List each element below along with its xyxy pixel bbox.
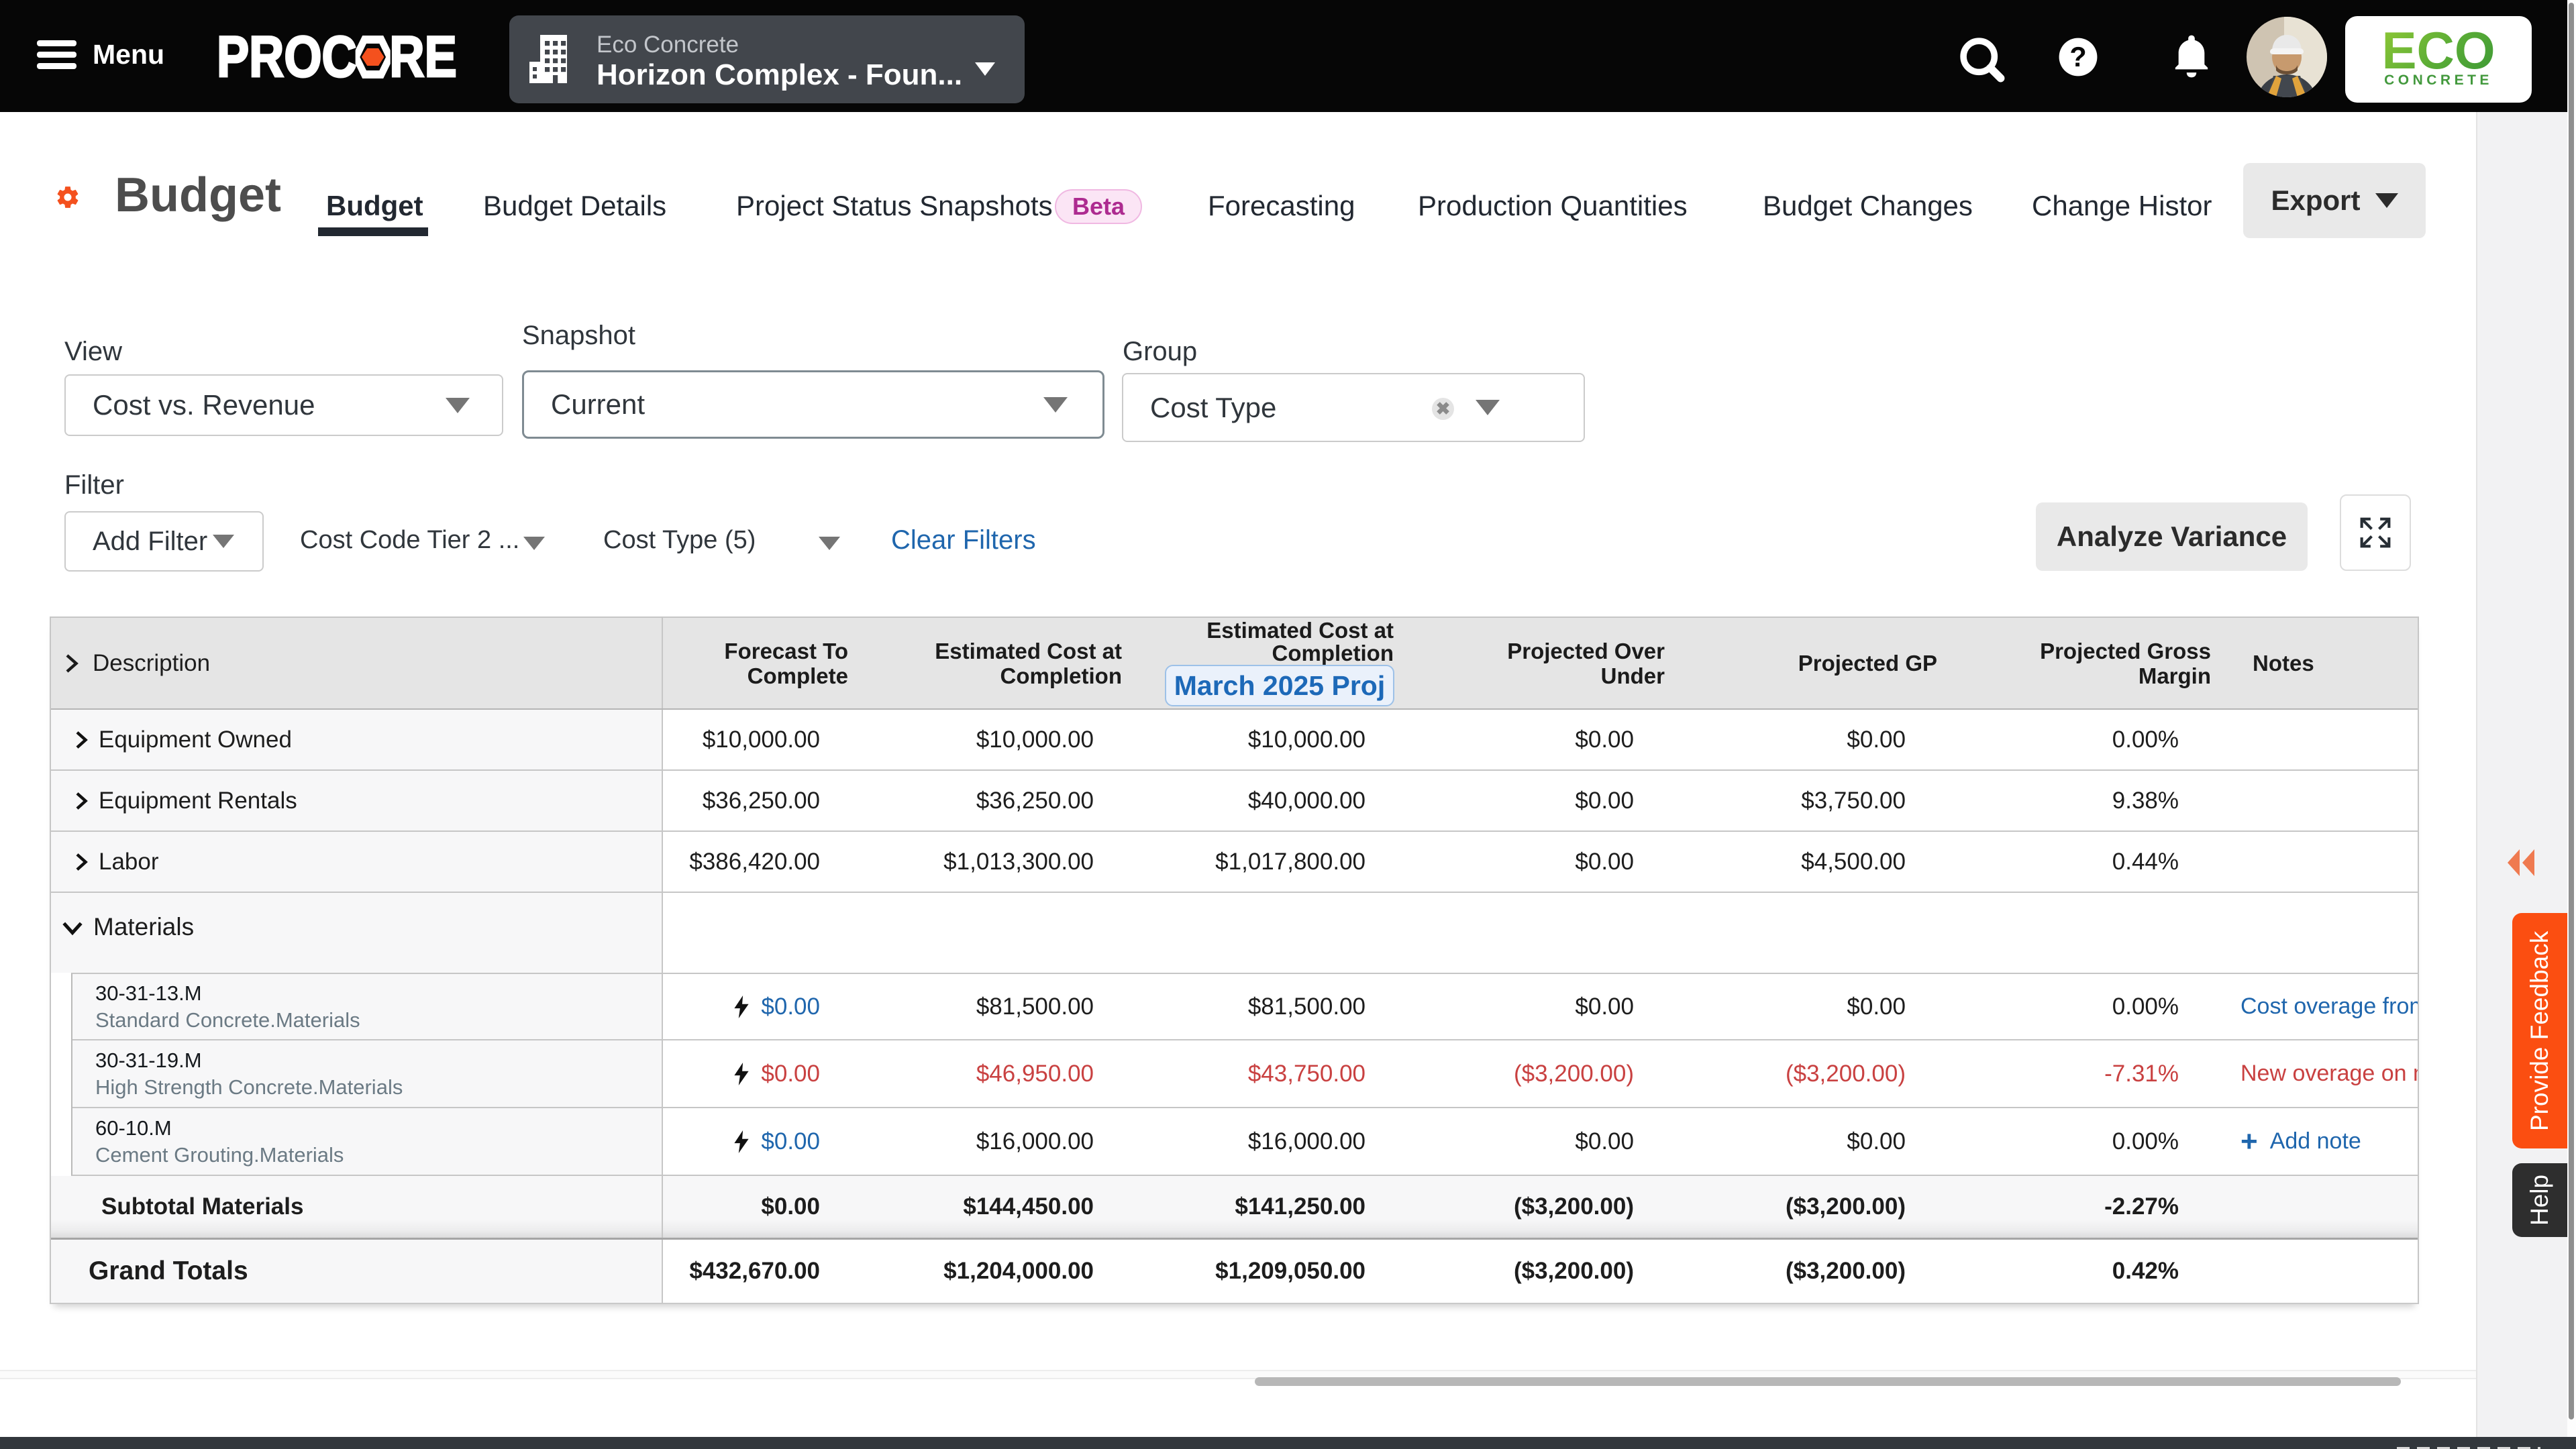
svg-text:?: ?	[2069, 42, 2086, 72]
